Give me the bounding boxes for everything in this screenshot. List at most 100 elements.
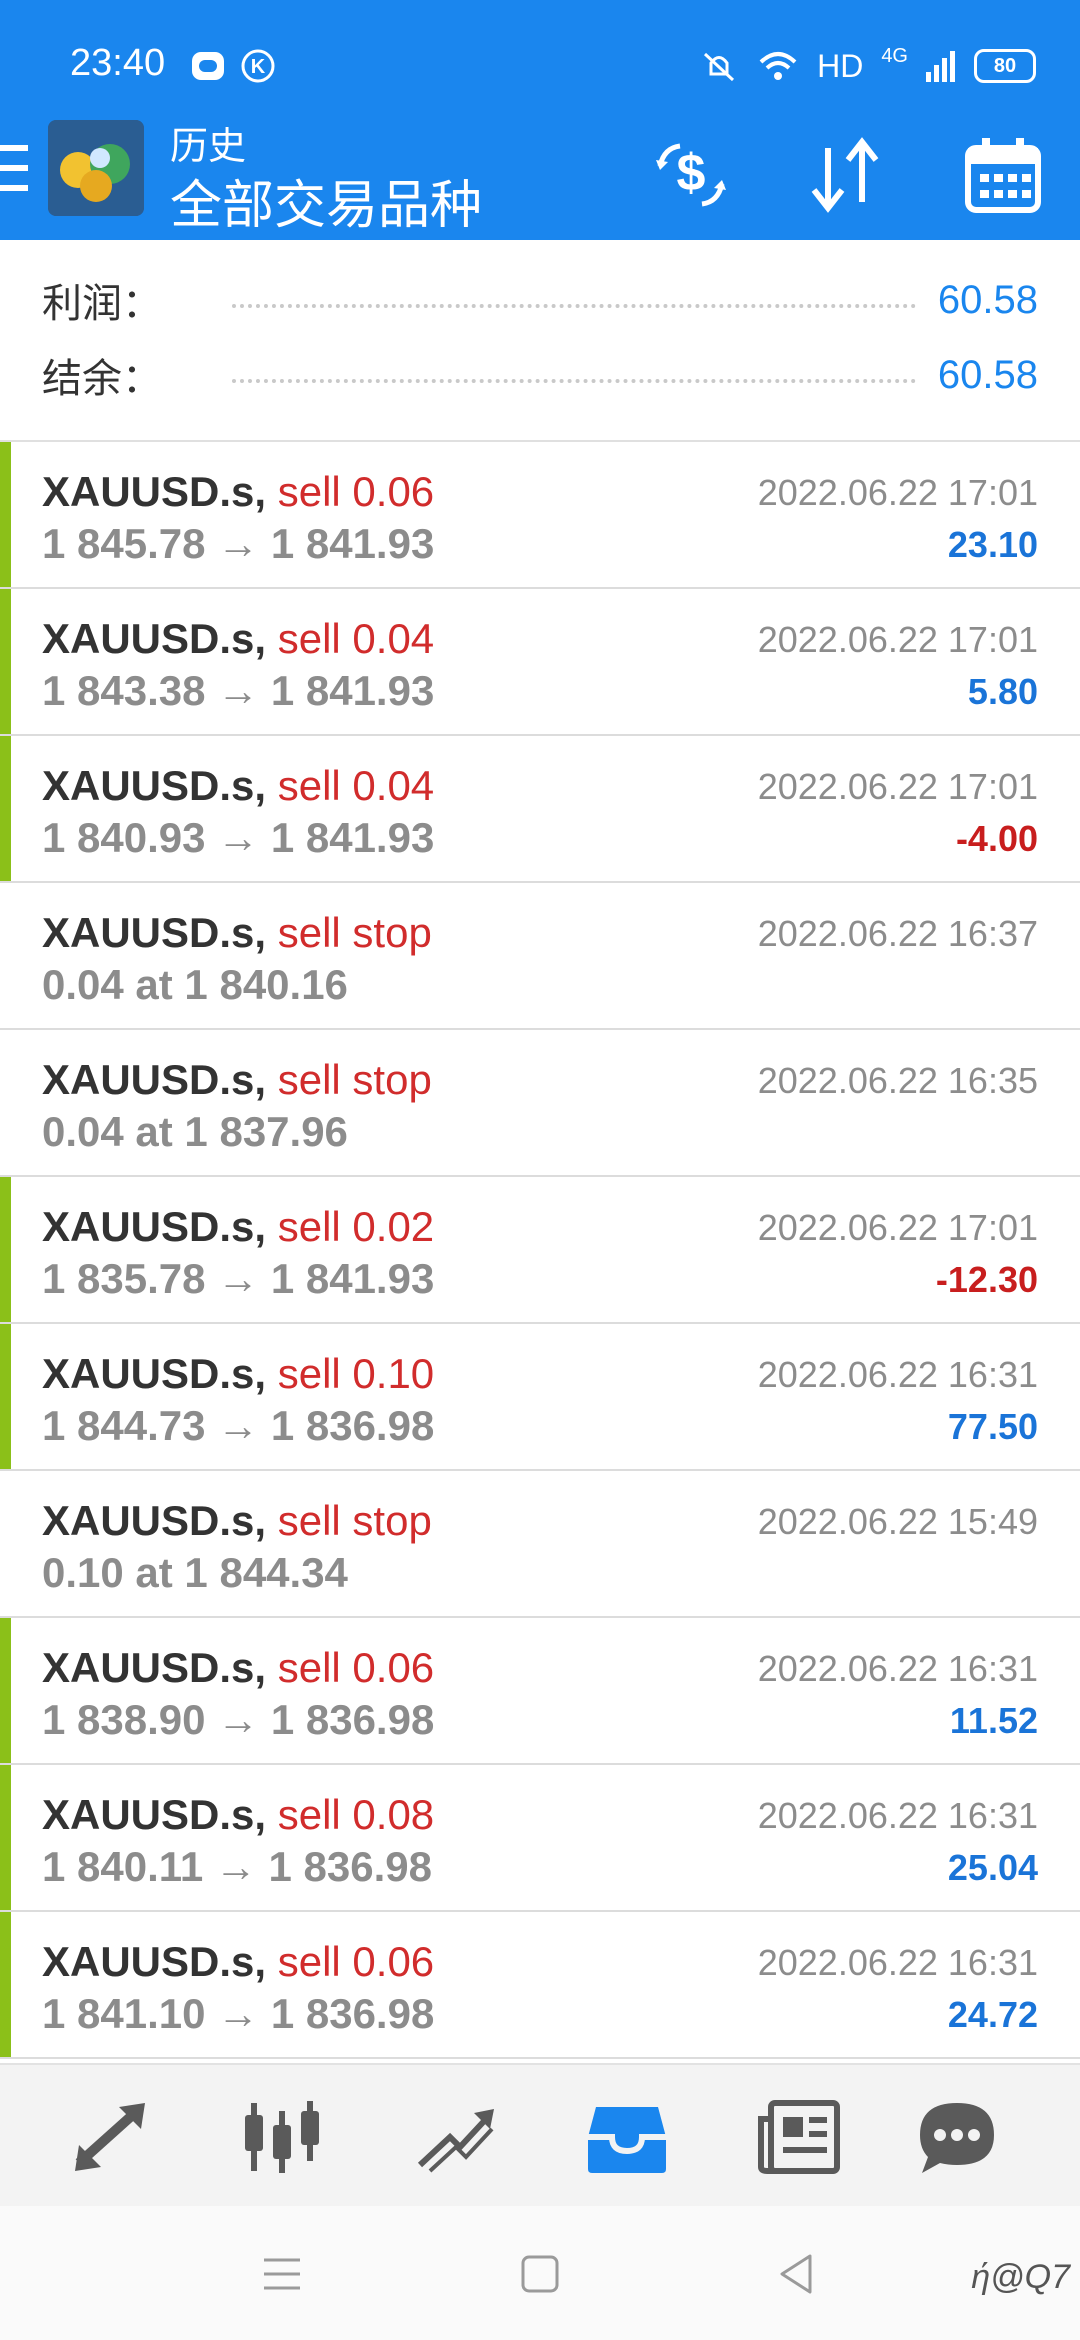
symbol-name: XAUUSD.s, [42,762,267,809]
status-bar: 23:40 K HD 4G 80 [0,0,1080,120]
status-time: 23:40 [70,42,166,84]
trade-row[interactable]: XAUUSD.s, sell 0.02 1 835.78 → 1 841.93 20… [0,1177,1080,1324]
profit-label: 利润： [42,282,162,326]
trade-row[interactable]: XAUUSD.s, sell 0.06 1 838.90 → 1 836.98 20… [0,1618,1080,1765]
trade-symbol: XAUUSD.s, sell 0.04 [42,762,434,810]
trade-type: sell 0.06 [277,468,435,515]
trade-symbol: XAUUSD.s, sell stop [42,1497,432,1545]
history-icon[interactable] [582,2097,672,2177]
trade-time: 2022.06.22 16:31 [757,1648,1038,1689]
page-subtitle: 历史 [170,126,247,168]
trade-time: 2022.06.22 16:35 [757,1060,1038,1101]
dotted-leader [232,304,916,308]
chat-icon[interactable] [912,2097,1002,2177]
trade-symbol: XAUUSD.s, sell stop [42,909,432,957]
closed-position-bar [0,1912,11,2057]
trade-symbol: XAUUSD.s, sell 0.06 [42,1938,434,1986]
trade-price: 1 841.10 → 1 836.98 [42,1990,435,2037]
k-icon: K [241,49,275,83]
home-icon[interactable] [516,2250,564,2298]
trade-history-list: XAUUSD.s, sell 0.06 1 845.78 → 1 841.93 20… [0,442,1080,2059]
trade-type: sell stop [277,909,432,956]
trade-price: 1 840.93 → 1 841.93 [42,814,435,861]
trade-profit: -4.00 [955,818,1038,859]
signal-icon [926,51,955,82]
trade-type: sell 0.04 [277,762,435,809]
trade-price: 1 838.90 → 1 836.98 [42,1696,435,1743]
trade-price: 1 835.78 → 1 841.93 [42,1255,435,1302]
wifi-icon [759,52,797,80]
trade-symbol: XAUUSD.s, sell 0.06 [42,1644,434,1692]
app-logo [48,120,144,216]
trade-time: 2022.06.22 17:01 [757,619,1038,660]
trade-profit: 11.52 [949,1700,1038,1741]
symbol-name: XAUUSD.s, [42,909,267,956]
news-icon[interactable] [755,2097,845,2177]
summary-panel: 利润： 60.58 结余： 60.58 [0,240,1080,442]
balance-value: 60.58 [937,352,1038,397]
dotted-leader [232,379,916,383]
trade-type: sell 0.06 [277,1938,435,1985]
trade-row[interactable]: XAUUSD.s, sell stop 0.04 at 1 837.96 2022.… [0,1030,1080,1177]
trade-time: 2022.06.22 16:37 [757,913,1038,954]
trade-symbol: XAUUSD.s, sell 0.02 [42,1203,434,1251]
trade-row[interactable]: XAUUSD.s, sell 0.04 1 843.38 → 1 841.93 20… [0,589,1080,736]
calendar-icon[interactable] [958,130,1048,220]
app-icon [192,52,224,80]
symbol-name: XAUUSD.s, [42,1203,267,1250]
trade-row[interactable]: XAUUSD.s, sell 0.10 1 844.73 → 1 836.98 20… [0,1324,1080,1471]
trade-row[interactable]: XAUUSD.s, sell stop 0.04 at 1 840.16 2022.… [0,883,1080,1030]
trade-time: 2022.06.22 16:31 [757,1795,1038,1836]
trade-time: 2022.06.22 15:49 [757,1501,1038,1542]
trade-symbol: XAUUSD.s, sell 0.04 [42,615,434,663]
network-gen: 4G [881,45,908,67]
trade-time: 2022.06.22 17:01 [757,1207,1038,1248]
trade-price: 0.10 at 1 844.34 [42,1549,348,1596]
symbol-name: XAUUSD.s, [42,1350,267,1397]
menu-icon[interactable] [258,2250,306,2298]
trade-profit: 25.04 [947,1847,1038,1888]
trade-symbol: XAUUSD.s, sell 0.08 [42,1791,434,1839]
trade-time: 2022.06.22 17:01 [757,766,1038,807]
quotes-icon[interactable] [65,2097,155,2177]
trade-time: 2022.06.22 16:31 [757,1354,1038,1395]
balance-row: 结余： 60.58 [42,345,1038,405]
closed-position-bar [0,442,11,587]
profit-row: 利润： 60.58 [42,270,1038,330]
trade-price: 1 840.11 → 1 836.98 [42,1843,432,1890]
network-type: HD [817,47,864,84]
trade-row[interactable]: XAUUSD.s, sell 0.08 1 840.11 → 1 836.98 20… [0,1765,1080,1912]
chart-icon[interactable] [237,2097,327,2177]
trade-price: 1 844.73 → 1 836.98 [42,1402,435,1449]
symbol-name: XAUUSD.s, [42,1938,267,1985]
trade-symbol: XAUUSD.s, sell stop [42,1056,432,1104]
trade-time: 2022.06.22 16:31 [757,1942,1038,1983]
trade-profit: 23.10 [947,524,1038,565]
trade-icon[interactable] [410,2097,500,2177]
trade-type: sell 0.08 [277,1791,435,1838]
bottom-navigation [0,2063,1080,2208]
trade-type: sell stop [277,1497,432,1544]
trade-price: 0.04 at 1 840.16 [42,961,348,1008]
page-title[interactable]: 全部交易品种 [170,163,482,238]
trade-type: sell stop [277,1056,432,1103]
back-icon[interactable] [772,2250,820,2298]
top-bar: 23:40 K HD 4G 80 历史 全部交易品种 $ [0,0,1080,240]
sort-icon[interactable] [800,130,890,220]
trade-row[interactable]: XAUUSD.s, sell 0.04 1 840.93 → 1 841.93 20… [0,736,1080,883]
trade-profit: 24.72 [947,1994,1038,2035]
trade-row[interactable]: XAUUSD.s, sell 0.06 1 845.78 → 1 841.93 20… [0,442,1080,589]
trade-row[interactable]: XAUUSD.s, sell 0.06 1 841.10 → 1 836.98 20… [0,1912,1080,2059]
menu-button[interactable] [0,145,32,205]
balance-label: 结余： [42,357,162,401]
currency-exchange-icon[interactable]: $ [646,130,736,220]
trade-row[interactable]: XAUUSD.s, sell stop 0.10 at 1 844.34 2022.… [0,1471,1080,1618]
trade-profit: 5.80 [967,671,1038,712]
status-right: HD 4G 80 [699,42,1036,90]
trade-type: sell 0.04 [277,615,435,662]
watermark: ή@Q7 [971,2258,1070,2296]
trade-profit: 77.50 [947,1406,1038,1447]
battery-indicator: 80 [974,49,1036,83]
app-bar: 历史 全部交易品种 $ [0,115,1080,240]
trade-time: 2022.06.22 17:01 [757,472,1038,513]
